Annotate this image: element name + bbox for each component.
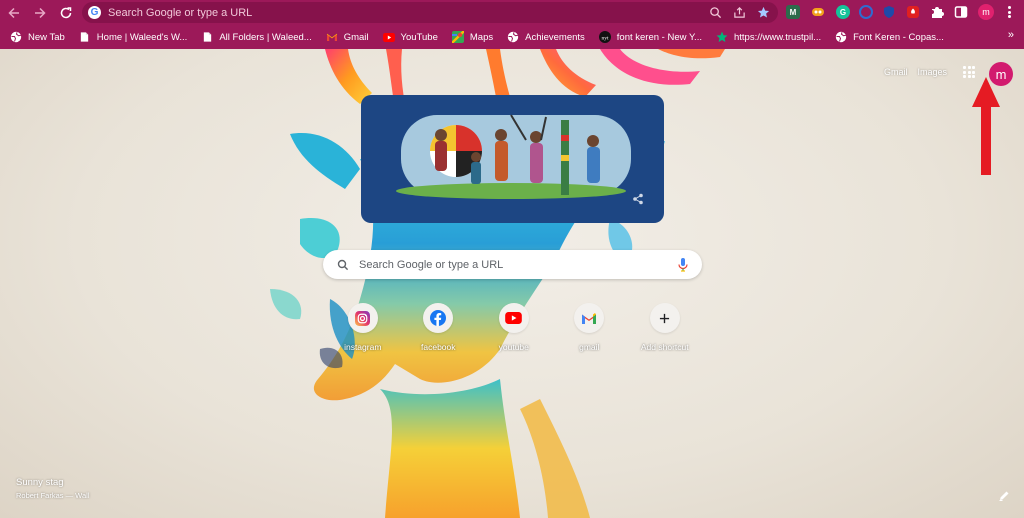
- address-bar[interactable]: G Search Google or type a URL: [82, 2, 778, 23]
- youtube-icon: [382, 31, 395, 43]
- maps-icon: [451, 31, 464, 43]
- forward-arrow-icon: [35, 7, 46, 18]
- bookmarks-overflow-chevron-icon[interactable]: »: [1008, 29, 1014, 41]
- plus-icon: [660, 313, 670, 323]
- side-panel-icon[interactable]: [954, 5, 968, 19]
- bookmark-maps[interactable]: Maps: [451, 31, 493, 43]
- shortcut-facebook[interactable]: facebook: [401, 303, 477, 352]
- page-icon: [79, 31, 91, 43]
- shortcut-instagram[interactable]: instagram: [325, 303, 401, 352]
- search-icon: [337, 259, 349, 270]
- shortcut-gmail[interactable]: gmail: [552, 303, 628, 352]
- share-page-icon[interactable]: [732, 5, 746, 19]
- reload-icon: [60, 6, 72, 18]
- shortcut-label: facebook: [421, 342, 456, 352]
- shortcut-youtube[interactable]: youtube: [476, 303, 552, 352]
- google-logo-icon: G: [88, 6, 101, 19]
- instagram-icon: [355, 310, 371, 326]
- red-arrow-annotation-icon: [972, 77, 1000, 175]
- bookmark-trustpilot[interactable]: https://www.trustpil...: [716, 31, 821, 43]
- gmail-link[interactable]: Gmail: [884, 67, 908, 77]
- doodle-illustration-icon: [396, 114, 631, 199]
- more-menu-icon[interactable]: [1004, 5, 1014, 19]
- search-box[interactable]: [323, 250, 702, 279]
- m-extension-icon[interactable]: M: [786, 5, 800, 19]
- shortcuts-grid: instagram facebook youtube gmail Add sho…: [325, 303, 703, 352]
- shortcut-tile: [649, 303, 680, 333]
- grammarly-icon[interactable]: G: [836, 5, 850, 19]
- globe-icon: [835, 31, 847, 43]
- forward-button[interactable]: [28, 1, 52, 25]
- shield-extension-icon[interactable]: [882, 5, 896, 19]
- facebook-icon: [430, 310, 447, 326]
- globe-extension-icon[interactable]: [859, 5, 873, 19]
- browser-toolbar: G Search Google or type a URL M G m: [0, 0, 1024, 25]
- google-doodle[interactable]: [361, 95, 664, 223]
- shortcut-label: Add shortcut: [640, 342, 689, 352]
- shortcut-tile: [347, 303, 378, 333]
- shortcut-add[interactable]: Add shortcut: [627, 303, 703, 352]
- shortcut-tile: [498, 303, 529, 333]
- customize-pencil-icon[interactable]: [998, 490, 1010, 502]
- back-arrow-icon: [8, 7, 19, 18]
- microphone-icon[interactable]: [678, 258, 688, 272]
- address-bar-placeholder: Search Google or type a URL: [108, 6, 253, 19]
- svg-text:nyt: nyt: [601, 35, 609, 41]
- star-icon: [716, 31, 728, 43]
- globe-icon: [10, 31, 22, 43]
- shortcut-tile: [574, 303, 605, 333]
- shortcut-tile: [423, 303, 454, 333]
- share-icon[interactable]: [632, 193, 644, 205]
- shortcut-label: youtube: [498, 342, 529, 352]
- back-button[interactable]: [2, 1, 26, 25]
- images-link[interactable]: Images: [918, 67, 948, 77]
- background-author: Robert Farkas — Wall: [16, 491, 90, 500]
- bookmark-font-keren-nyt[interactable]: nyt font keren - New Y...: [598, 31, 702, 43]
- shortcut-label: gmail: [579, 342, 600, 352]
- page-icon: [201, 31, 213, 43]
- bookmark-home-waleed[interactable]: Home | Waleed's W...: [79, 31, 187, 43]
- shortcut-label: instagram: [344, 342, 382, 352]
- bookmark-star-icon[interactable]: [756, 5, 770, 19]
- background-title: Sunny stag: [16, 477, 64, 488]
- youtube-icon: [505, 312, 523, 324]
- new-tab-page: Gmail Images m Search Google or type a U…: [0, 49, 1024, 518]
- nyt-icon: nyt: [598, 31, 611, 43]
- bookmark-youtube[interactable]: YouTube: [382, 31, 438, 43]
- bookmark-achievements[interactable]: Achievements: [507, 31, 585, 43]
- grammar-extension-icon[interactable]: [811, 5, 825, 19]
- bookmark-gmail[interactable]: Gmail: [326, 31, 369, 43]
- search-input[interactable]: [359, 258, 659, 271]
- bookmarks-bar: New Tab Home | Waleed's W... All Folders…: [0, 25, 1024, 49]
- bookmark-new-tab[interactable]: New Tab: [10, 31, 65, 43]
- reload-button[interactable]: [54, 1, 78, 25]
- gmail-icon: [326, 31, 338, 43]
- gmail-icon: [582, 313, 597, 324]
- background-attribution[interactable]: Sunny stag Robert Farkas — Wall: [16, 477, 90, 500]
- globe-icon: [507, 31, 519, 43]
- extensions-puzzle-icon[interactable]: [930, 5, 944, 19]
- profile-avatar[interactable]: m: [978, 4, 994, 20]
- security-extension-icon[interactable]: [906, 5, 920, 19]
- zoom-icon[interactable]: [708, 5, 722, 19]
- bookmark-font-keren-copas[interactable]: Font Keren - Copas...: [835, 31, 944, 43]
- bookmark-all-folders[interactable]: All Folders | Waleed...: [201, 31, 312, 43]
